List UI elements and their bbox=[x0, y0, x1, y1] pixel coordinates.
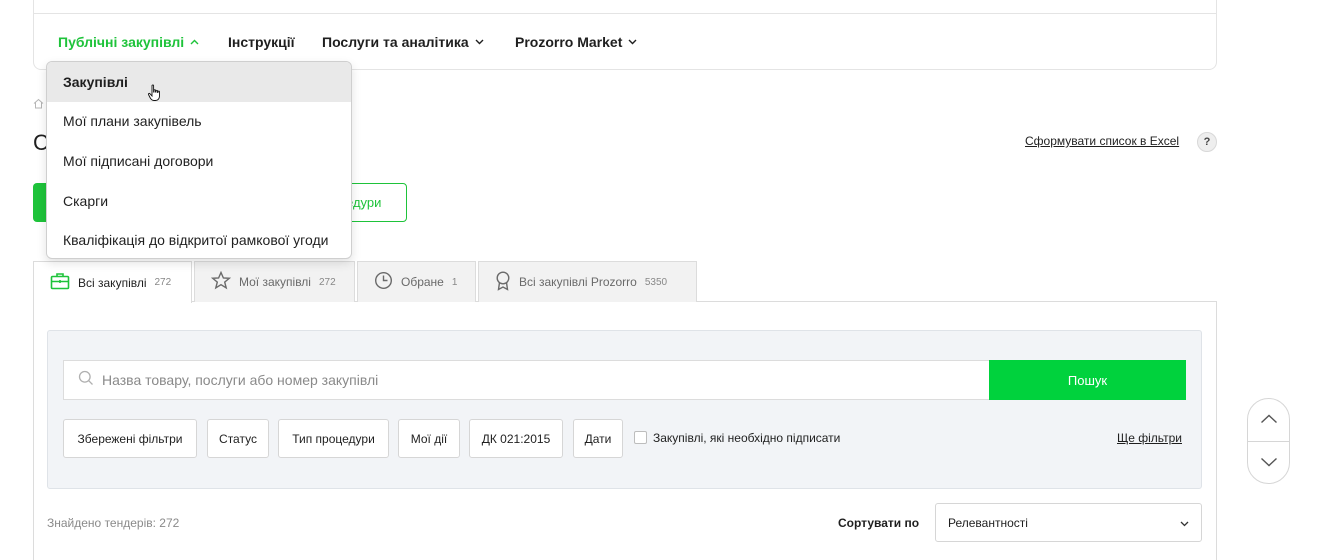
scroll-control bbox=[1247, 398, 1290, 484]
nav-services-analytics[interactable]: Послуги та аналітика bbox=[322, 34, 484, 50]
award-icon bbox=[495, 270, 511, 294]
tab-count: 1 bbox=[451, 276, 458, 288]
chevron-up-icon bbox=[1260, 411, 1278, 429]
nav-instructions-label: Інструкції bbox=[228, 34, 295, 50]
filter-panel bbox=[47, 330, 1202, 489]
my-actions-filter-button[interactable]: Мої дії bbox=[398, 419, 460, 458]
nav-prozorro-market[interactable]: Prozorro Market bbox=[515, 34, 637, 50]
chevron-down-icon bbox=[628, 37, 637, 48]
tab-label: Всі закупівлі bbox=[78, 275, 147, 290]
nav-services-analytics-label: Послуги та аналітика bbox=[322, 34, 469, 50]
star-icon bbox=[210, 270, 232, 293]
dropdown-item-my-plans[interactable]: Мої плани закупівель bbox=[47, 102, 351, 142]
tab-favorites[interactable]: Обране 1 bbox=[357, 261, 476, 302]
procedure-type-filter-button[interactable]: Тип процедури bbox=[278, 419, 389, 458]
sort-select-value: Релевантності bbox=[948, 515, 1028, 530]
dropdown-item-framework-qualification[interactable]: Кваліфікація до відкритої рамкової угоди bbox=[47, 220, 351, 258]
procurement-dropdown-menu: Закупівлі Мої плани закупівель Мої підпи… bbox=[46, 61, 352, 259]
found-tenders-count: Знайдено тендерів: 272 bbox=[47, 516, 180, 530]
tab-count: 272 bbox=[318, 276, 336, 288]
more-filters-link[interactable]: Ще фільтри bbox=[1117, 431, 1182, 445]
tab-count: 5350 bbox=[644, 276, 668, 288]
export-excel-link[interactable]: Сформувати список в Excel bbox=[1025, 134, 1179, 148]
tab-all-prozorro[interactable]: Всі закупівлі Prozorro 5350 bbox=[478, 261, 697, 302]
hand-pointer-cursor-icon bbox=[147, 84, 163, 107]
briefcase-icon bbox=[50, 272, 70, 293]
sort-label: Сортувати по bbox=[838, 516, 920, 530]
chevron-up-icon bbox=[190, 37, 199, 48]
search-input[interactable] bbox=[102, 372, 962, 388]
tab-label: Мої закупівлі bbox=[239, 275, 311, 289]
chevron-down-icon bbox=[1180, 516, 1189, 530]
tab-count: 272 bbox=[154, 277, 172, 288]
nav-prozorro-market-label: Prozorro Market bbox=[515, 34, 623, 50]
clock-icon bbox=[374, 271, 393, 293]
saved-filters-button[interactable]: Збережені фільтри bbox=[63, 419, 197, 458]
tab-all-procurements[interactable]: Всі закупівлі 272 bbox=[33, 261, 192, 303]
procurement-tabs: Всі закупівлі 272 Мої закупівлі 272 Обра… bbox=[33, 261, 699, 303]
tab-label: Всі закупівлі Prozorro bbox=[519, 275, 637, 289]
chevron-down-icon bbox=[475, 37, 484, 48]
search-box bbox=[63, 360, 989, 400]
search-button[interactable]: Пошук bbox=[989, 360, 1186, 400]
need-sign-checkbox-label[interactable]: Закупівлі, які необхідно підписати bbox=[653, 431, 840, 445]
search-icon bbox=[78, 370, 94, 391]
tab-label: Обране bbox=[401, 275, 444, 289]
sort-select[interactable]: Релевантності bbox=[935, 503, 1202, 542]
tab-my-procurements[interactable]: Мої закупівлі 272 bbox=[194, 261, 355, 302]
need-sign-checkbox[interactable] bbox=[634, 431, 647, 444]
help-icon[interactable]: ? bbox=[1197, 132, 1217, 152]
status-filter-button[interactable]: Статус bbox=[207, 419, 269, 458]
nav-divider bbox=[34, 13, 1216, 14]
home-icon[interactable] bbox=[33, 96, 44, 114]
nav-instructions[interactable]: Інструкції bbox=[228, 34, 295, 50]
dropdown-item-signed-contracts[interactable]: Мої підписані договори bbox=[47, 141, 351, 181]
dk021-filter-button[interactable]: ДК 021:2015 bbox=[469, 419, 563, 458]
dates-filter-button[interactable]: Дати bbox=[573, 419, 623, 458]
dropdown-item-procurements[interactable]: Закупівлі bbox=[47, 62, 351, 102]
scroll-down-button[interactable] bbox=[1248, 441, 1289, 483]
create-procurement-button[interactable] bbox=[33, 183, 47, 222]
nav-public-procurement[interactable]: Публічні закупівлі bbox=[58, 34, 199, 50]
chevron-down-icon bbox=[1260, 454, 1278, 472]
dropdown-item-complaints[interactable]: Скарги bbox=[47, 181, 351, 221]
scroll-up-button[interactable] bbox=[1248, 399, 1289, 441]
nav-public-procurement-label: Публічні закупівлі bbox=[58, 34, 185, 50]
